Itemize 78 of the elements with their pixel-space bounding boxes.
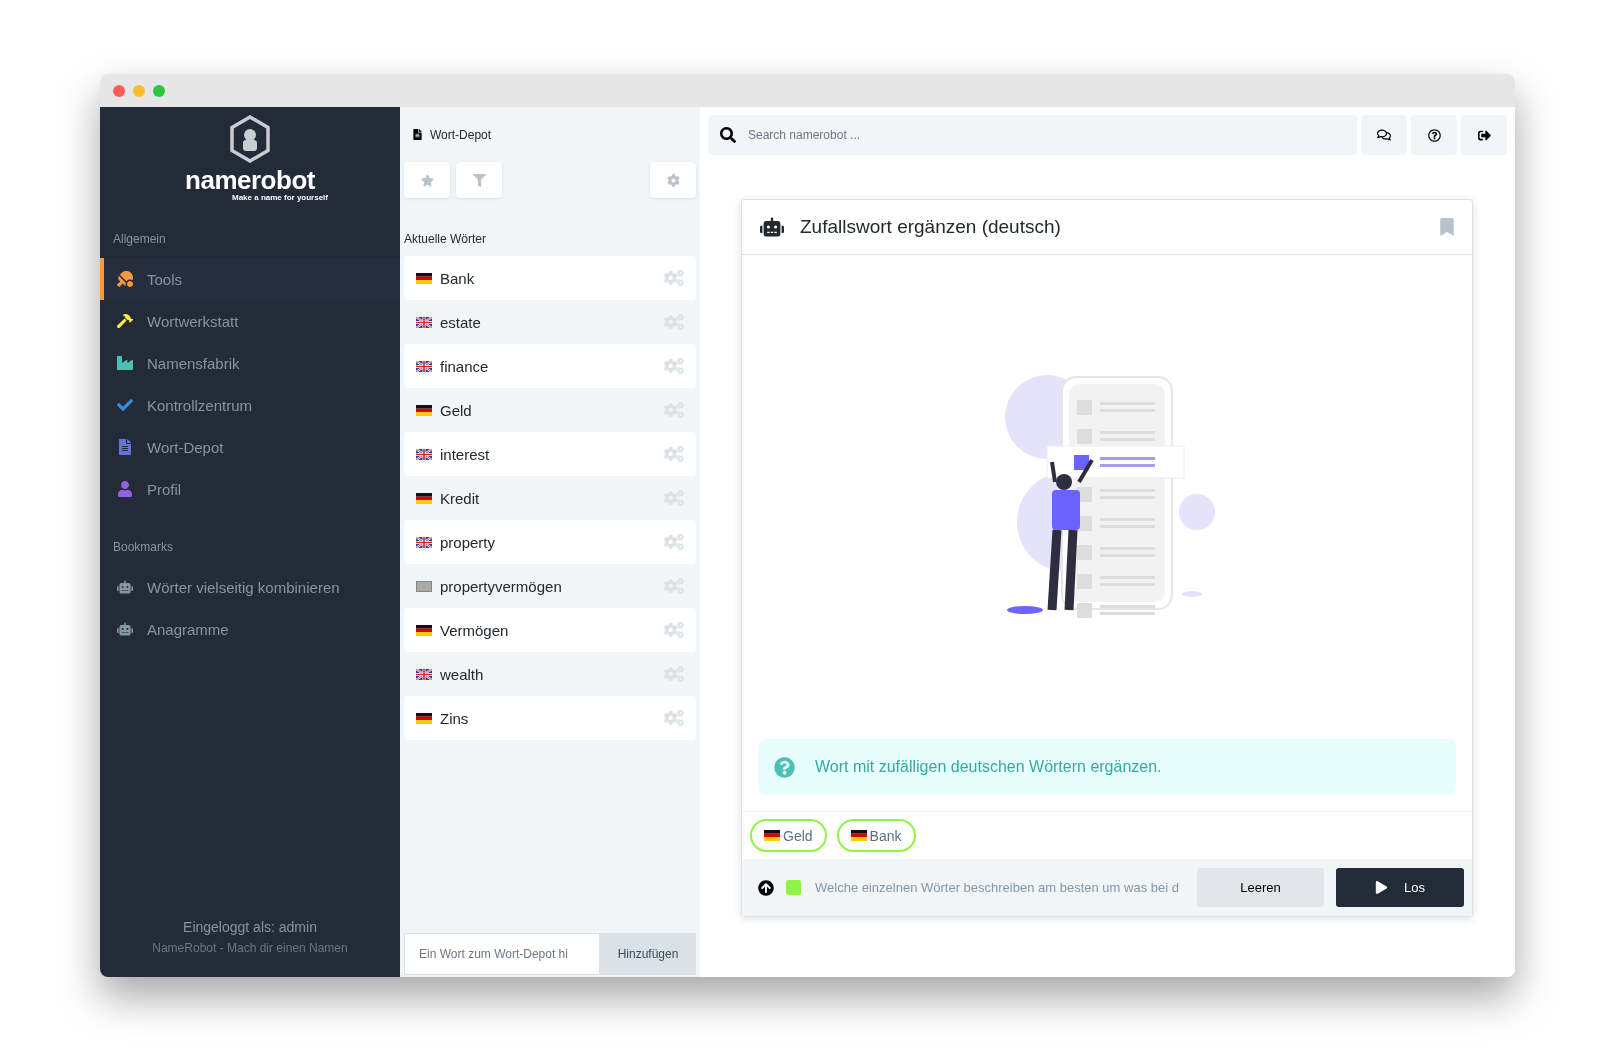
word-row[interactable]: Bank <box>404 256 696 300</box>
comments-button[interactable] <box>1361 115 1407 155</box>
settings-icon <box>666 173 680 187</box>
word-row[interactable]: wealth <box>404 652 696 696</box>
nav-item[interactable]: Namensfabrik <box>100 342 400 384</box>
word-label: Bank <box>440 269 476 287</box>
info-text: Wort mit zufälligen deutschen Wörtern ergänzen. <box>815 758 1162 776</box>
close-window-button[interactable] <box>113 84 125 97</box>
hexagon-robot-logo-icon <box>229 115 271 163</box>
word-label: Vermögen <box>440 621 510 639</box>
word-row[interactable]: Vermögen <box>404 608 696 652</box>
gears-icon[interactable] <box>664 356 684 376</box>
word-label: Zins <box>440 709 470 727</box>
word-row[interactable]: propertyvermögen <box>404 564 696 608</box>
section-title: Bookmarks <box>112 540 175 554</box>
logout-button[interactable] <box>1461 115 1507 155</box>
word-label: interest <box>440 445 491 463</box>
word-label: Kredit <box>440 489 481 507</box>
favorites-button[interactable] <box>404 162 450 198</box>
gears-icon[interactable] <box>664 532 684 552</box>
word-label: estate <box>440 313 482 331</box>
word-row[interactable]: Zins <box>404 696 696 740</box>
word-row[interactable]: Kredit <box>404 476 696 520</box>
nav-item[interactable]: Anagramme <box>100 608 400 650</box>
search-icon <box>720 127 736 143</box>
filter-icon <box>472 173 486 187</box>
word-label: property <box>440 533 497 551</box>
settings-button[interactable] <box>650 162 696 198</box>
nav-item[interactable]: Kontrollzentrum <box>100 384 400 426</box>
logo-wordmark: namerobot <box>185 167 315 193</box>
gears-icon[interactable] <box>664 268 684 288</box>
word-row[interactable]: interest <box>404 432 696 476</box>
footer-slogan: NameRobot - Mach dir einen Namen <box>152 941 348 955</box>
card-title: Zufallswort ergänzen (deutsch) <box>800 216 1062 238</box>
nav-item[interactable]: Wortwerkstatt <box>100 300 400 342</box>
word-row[interactable]: Geld <box>404 388 696 432</box>
word-label: Geld <box>440 401 473 419</box>
question-field[interactable]: Welche einzelnen Wörter beschreiben am besten um was bei d <box>813 879 1185 896</box>
logged-in-user: Eingeloggt als: admin <box>183 919 317 935</box>
square-icon <box>786 880 801 895</box>
word-row[interactable]: finance <box>404 344 696 388</box>
run-button[interactable]: Los <box>1336 868 1464 907</box>
word-row[interactable]: property <box>404 520 696 564</box>
word-label: finance <box>440 357 490 375</box>
zoom-window-button[interactable] <box>153 84 165 97</box>
nav-item[interactable]: Wörter vielseitig kombinieren <box>100 566 400 608</box>
play-icon <box>1375 881 1388 894</box>
word-row[interactable]: estate <box>404 300 696 344</box>
document-icon <box>412 129 423 140</box>
filter-button[interactable] <box>456 162 502 198</box>
question-icon <box>774 756 795 778</box>
bookmark-icon[interactable] <box>1438 218 1456 236</box>
gears-icon[interactable] <box>664 444 684 464</box>
add-word-field[interactable]: Ein Wort zum Wort-Depot hi <box>404 933 600 975</box>
panel-title: Wort-Depot <box>430 127 492 142</box>
section-title: Allgemein <box>112 232 167 246</box>
nav-item[interactable]: Tools <box>100 258 400 300</box>
section-title: Aktuelle Wörter <box>404 232 488 246</box>
star-icon <box>420 173 434 187</box>
clear-button[interactable]: Leeren <box>1197 868 1324 907</box>
gears-icon[interactable] <box>664 708 684 728</box>
gears-icon[interactable] <box>664 620 684 640</box>
add-button[interactable]: Hinzufügen <box>600 933 696 975</box>
word-chip[interactable]: Geld <box>750 819 827 852</box>
upload-icon[interactable] <box>758 879 774 896</box>
comments-icon <box>1377 128 1391 142</box>
word-label: propertyvermögen <box>440 577 563 595</box>
minimize-window-button[interactable] <box>133 84 145 97</box>
search-field[interactable]: Search namerobot ... <box>708 115 1357 155</box>
help-icon <box>1427 128 1441 142</box>
word-label: wealth <box>440 665 485 683</box>
logo-tagline: Make a name for yourself <box>231 193 328 202</box>
nav-item[interactable]: Profil <box>100 468 400 510</box>
word-chip[interactable]: Bank <box>836 819 916 852</box>
robot-icon <box>760 215 784 239</box>
help-button[interactable] <box>1411 115 1457 155</box>
nav-item[interactable]: Wort-Depot <box>100 426 400 468</box>
logout-icon <box>1477 128 1491 142</box>
